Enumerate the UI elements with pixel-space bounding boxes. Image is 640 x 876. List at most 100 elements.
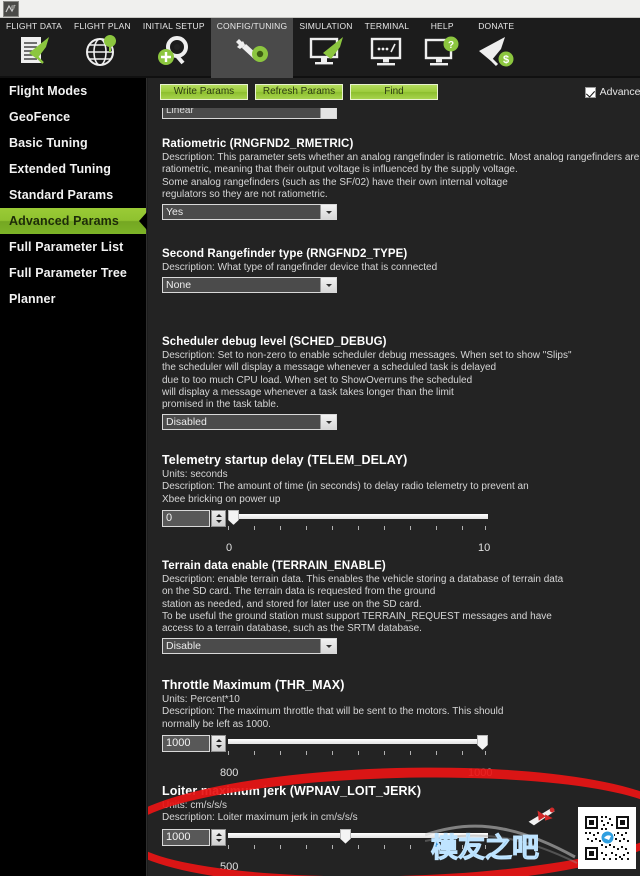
desc-line: the scheduler will display a message whe…: [162, 362, 497, 374]
refresh-params-button[interactable]: Refresh Params: [255, 84, 343, 100]
param-combo-box[interactable]: Yes: [162, 204, 337, 221]
watermark-qr-code: [578, 807, 636, 869]
sidebar-item-label: Planner: [9, 292, 56, 306]
clipped-combo-box[interactable]: Linear: [162, 108, 337, 119]
nav-tab-label: FLIGHT PLAN: [74, 21, 131, 31]
param-combo-box[interactable]: Disable: [162, 638, 337, 655]
nav-tab-help[interactable]: HELP ?: [415, 18, 469, 78]
clipped-combo-value: Linear: [166, 108, 194, 116]
desc-line: Description: Set to non-zero to enable s…: [162, 350, 572, 361]
param-title: Throttle Maximum (THR_MAX): [162, 678, 345, 692]
sidebar-item-advanced-params[interactable]: Advanced Params: [0, 208, 147, 234]
params-toolbar: Write Params Refresh Params Find Advance…: [148, 84, 640, 106]
param-description: Description: What type of rangefinder de…: [162, 262, 627, 274]
desc-line: To be useful the ground station must sup…: [162, 610, 552, 622]
nav-tab-donate[interactable]: DONATE $: [469, 18, 523, 78]
nav-tab-terminal[interactable]: TERMINAL: [359, 18, 416, 78]
params-scroll-area[interactable]: Linear Ratiometric (RNGFND2_RMETRIC) Des…: [148, 108, 640, 876]
desc-line: Some analog rangefinders (such as the SF…: [162, 176, 508, 188]
param-trackbar[interactable]: [228, 734, 488, 761]
sidebar-item-basic-tuning[interactable]: Basic Tuning: [0, 130, 146, 156]
advanced-view-checkbox[interactable]: Advanced M: [584, 86, 640, 98]
trackbar-ticks: [228, 844, 488, 850]
param-description: Description: enable terrain data. This e…: [162, 574, 627, 635]
slider-max-label: 10: [478, 541, 491, 554]
donate-icon: $: [479, 37, 514, 67]
param-trackbar[interactable]: [228, 828, 488, 855]
param-slider-row: 0 0 10: [162, 509, 627, 554]
chevron-down-icon: [320, 639, 336, 654]
chevron-down-icon: [320, 415, 336, 430]
nav-tab-label: DONATE: [478, 21, 515, 31]
param-value-stepper[interactable]: [211, 509, 226, 527]
nav-tab-config-tuning[interactable]: CONFIG/TUNING: [210, 18, 294, 78]
mission-planner-window: FLIGHT DATA FLIGHT PLAN INITIAL SETUP CO…: [0, 0, 640, 876]
param-units: Units: seconds: [162, 469, 228, 480]
nav-tab-simulation[interactable]: SIMULATION: [293, 18, 358, 78]
trackbar-ticks: [228, 750, 488, 756]
trackbar-thumb[interactable]: [228, 509, 239, 525]
param-title: Terrain data enable (TERRAIN_ENABLE): [162, 560, 386, 572]
nav-tab-flight-plan[interactable]: FLIGHT PLAN: [68, 18, 137, 78]
param-rngfnd2-rmetric: Ratiometric (RNGFND2_RMETRIC) Descriptio…: [162, 138, 639, 221]
param-description: Description: The amount of time (in seco…: [162, 481, 627, 506]
sidebar-item-label: Full Parameter List: [9, 240, 124, 254]
nav-tab-initial-setup[interactable]: INITIAL SETUP: [137, 18, 211, 78]
sidebar: Flight Modes GeoFence Basic Tuning Exten…: [0, 78, 147, 876]
param-title: Ratiometric (RNGFND2_RMETRIC): [162, 138, 354, 150]
desc-line: on the SD card. The terrain data is requ…: [162, 586, 436, 598]
param-units: Units: Percent*10: [162, 694, 240, 705]
flight-plan-icon: [86, 35, 117, 66]
initial-setup-icon: [157, 36, 188, 65]
sidebar-item-label: Full Parameter Tree: [9, 266, 127, 280]
desc-line: will display a message whenever a task t…: [162, 386, 454, 398]
sidebar-item-label: Basic Tuning: [9, 136, 88, 150]
param-sched-debug: Scheduler debug level (SCHED_DEBUG) Desc…: [162, 336, 627, 431]
param-thr-max: Throttle Maximum (THR_MAX) Units: Percen…: [162, 678, 627, 779]
sidebar-item-extended-tuning[interactable]: Extended Tuning: [0, 156, 146, 182]
desc-line: Description: The amount of time (in seco…: [162, 481, 529, 493]
sidebar-item-flight-modes[interactable]: Flight Modes: [0, 78, 146, 104]
sidebar-item-full-parameter-tree[interactable]: Full Parameter Tree: [0, 260, 146, 286]
sidebar-item-geofence[interactable]: GeoFence: [0, 104, 146, 130]
nav-tab-label: CONFIG/TUNING: [216, 21, 288, 31]
sidebar-item-planner[interactable]: Planner: [0, 286, 146, 312]
param-value-input[interactable]: 1000: [162, 828, 210, 846]
param-value-stepper[interactable]: [211, 828, 226, 846]
param-combo-box[interactable]: Disabled: [162, 414, 337, 431]
param-trackbar[interactable]: [228, 509, 488, 536]
sidebar-item-label: Flight Modes: [9, 84, 88, 98]
sidebar-item-full-parameter-list[interactable]: Full Parameter List: [0, 234, 146, 260]
param-slider-row: 1000 800 1000: [162, 734, 627, 779]
write-params-button[interactable]: Write Params: [160, 84, 248, 100]
trackbar-thumb[interactable]: [340, 828, 351, 844]
find-button[interactable]: Find: [350, 84, 438, 100]
param-value-input[interactable]: 1000: [162, 734, 210, 752]
nav-tab-label: FLIGHT DATA: [6, 21, 63, 31]
slider-min-label: 0: [226, 541, 233, 554]
sidebar-item-label: Standard Params: [9, 188, 114, 202]
trackbar-thumb[interactable]: [477, 734, 488, 750]
config-tuning-icon: [236, 39, 268, 62]
param-combo-box[interactable]: None: [162, 277, 337, 294]
checkbox-box: [584, 86, 596, 98]
param-slider-row: 1000 500: [162, 828, 627, 873]
qr-code-icon: [582, 811, 632, 865]
sidebar-item-standard-params[interactable]: Standard Params: [0, 182, 146, 208]
desc-line: access to a terrain database, such as th…: [162, 623, 422, 635]
nav-tab-label: INITIAL SETUP: [142, 21, 205, 31]
combo-value: Disable: [166, 640, 202, 653]
combo-value: None: [166, 279, 192, 292]
nav-tab-flight-data[interactable]: FLIGHT DATA: [0, 18, 68, 78]
param-value-stepper[interactable]: [211, 734, 226, 752]
simulation-icon: [309, 37, 343, 65]
desc-line: regulators so they are not ratiometric.: [162, 188, 328, 200]
top-navigation: FLIGHT DATA FLIGHT PLAN INITIAL SETUP CO…: [0, 18, 640, 78]
title-bar: [0, 0, 640, 18]
svg-text:?: ?: [448, 40, 454, 51]
param-value-input[interactable]: 0: [162, 509, 210, 527]
param-units: Units: cm/s/s/s: [162, 800, 228, 811]
advanced-view-label: Advanced M: [599, 86, 640, 98]
app-icon: [3, 1, 19, 17]
flight-data-icon: [21, 37, 50, 64]
